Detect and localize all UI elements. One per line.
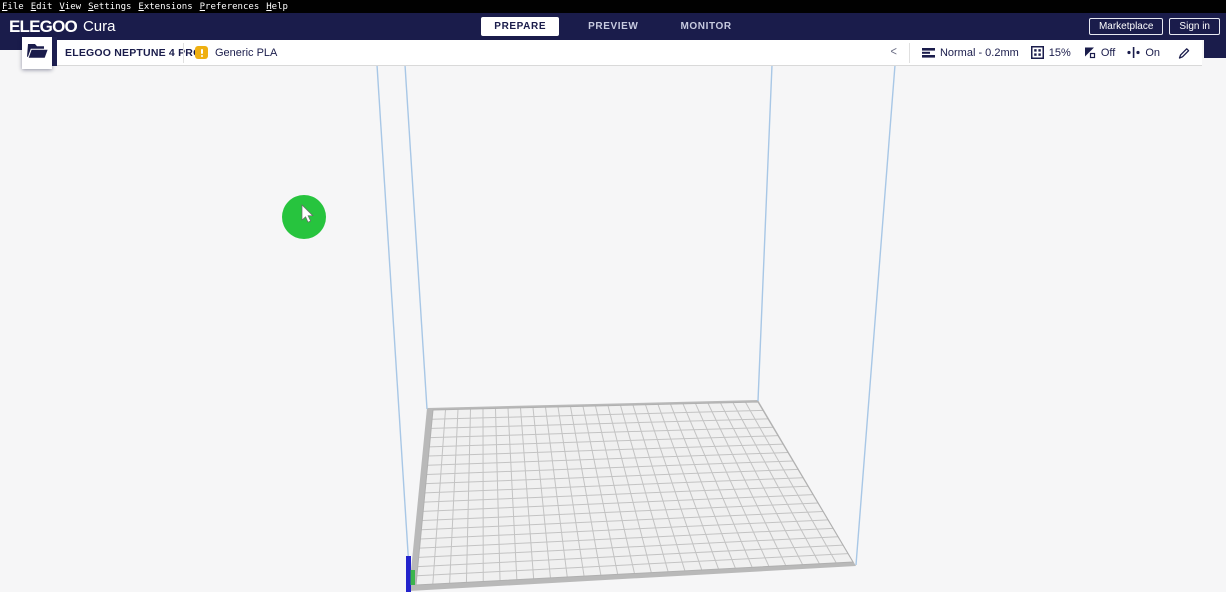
support-overhang-icon: [1083, 46, 1096, 59]
support-value: Off: [1101, 47, 1115, 59]
menu-bar: File Edit View Settings Extensions Prefe…: [0, 0, 1226, 13]
tab-monitor[interactable]: MONITOR: [667, 17, 744, 36]
menu-help[interactable]: Help: [266, 2, 288, 12]
app-window: File Edit View Settings Extensions Prefe…: [0, 0, 1226, 592]
collapsed-panel-tab: [1204, 39, 1226, 58]
menu-extensions[interactable]: Extensions: [138, 2, 192, 12]
y-axis-indicator: [411, 570, 416, 585]
build-volume-edge: [856, 66, 895, 565]
divider: [909, 43, 910, 63]
open-file-button[interactable]: [22, 37, 52, 69]
build-volume-edge: [377, 66, 410, 584]
adhesion-setting[interactable]: On: [1127, 46, 1160, 59]
printer-selector[interactable]: ELEGOO NEPTUNE 4 PRO <: [57, 47, 183, 59]
tab-prepare[interactable]: PREPARE: [481, 17, 559, 36]
menu-settings[interactable]: Settings: [88, 2, 131, 12]
infill-setting[interactable]: 15%: [1031, 46, 1071, 59]
menu-view[interactable]: View: [59, 2, 81, 12]
adhesion-icon: [1127, 46, 1140, 59]
marketplace-button[interactable]: Marketplace: [1089, 18, 1163, 35]
sign-in-button[interactable]: Sign in: [1169, 18, 1220, 35]
chevron-left-icon[interactable]: <: [891, 46, 897, 59]
configuration-bar: ELEGOO NEPTUNE 4 PRO < Generic PLA < Nor…: [57, 40, 1202, 66]
profile-setting[interactable]: Normal - 0.2mm: [922, 47, 1019, 59]
stage-menu: PREPARE PREVIEW MONITOR: [0, 13, 1226, 40]
support-setting[interactable]: Off: [1083, 46, 1115, 59]
pencil-icon[interactable]: [1178, 47, 1190, 59]
menu-preferences[interactable]: Preferences: [200, 2, 260, 12]
material-selector[interactable]: Generic PLA: [184, 46, 288, 59]
build-volume-scene: [0, 66, 1226, 592]
infill-grid-icon: [1031, 46, 1044, 59]
infill-value: 15%: [1049, 47, 1071, 59]
menu-edit[interactable]: Edit: [31, 2, 53, 12]
print-settings-summary: < Normal - 0.2mm 15% Off: [891, 43, 1202, 63]
z-axis-indicator: [406, 556, 411, 592]
build-volume-edge: [405, 66, 427, 409]
build-volume-edge: [758, 66, 772, 401]
layer-height-icon: [922, 47, 935, 59]
header-actions: Marketplace Sign in: [1089, 13, 1220, 40]
viewport-3d[interactable]: [0, 66, 1226, 592]
header: ELEGOO Cura PREPARE PREVIEW MONITOR Mark…: [0, 13, 1226, 40]
profile-value: Normal - 0.2mm: [940, 47, 1019, 59]
adhesion-value: On: [1145, 47, 1160, 59]
open-folder-icon: [27, 43, 48, 64]
material-name: Generic PLA: [215, 47, 277, 59]
menu-file[interactable]: File: [2, 2, 24, 12]
printer-name: ELEGOO NEPTUNE 4 PRO: [65, 47, 201, 59]
material-badge-icon: [195, 46, 208, 59]
tab-preview[interactable]: PREVIEW: [575, 17, 651, 36]
